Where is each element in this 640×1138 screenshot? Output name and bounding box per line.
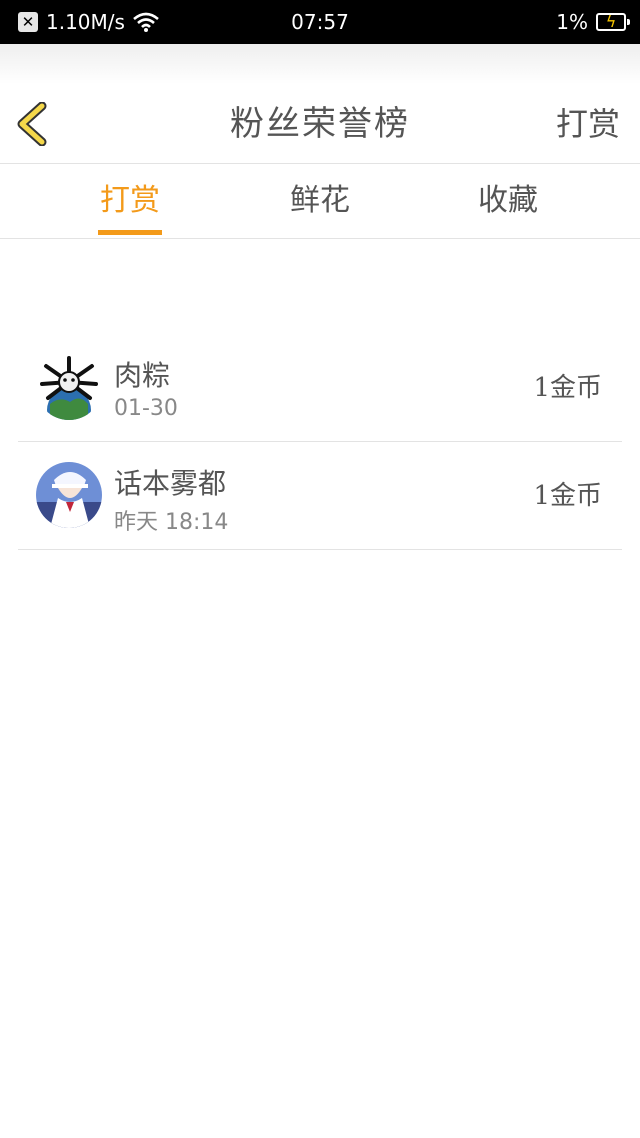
avatar-image bbox=[36, 462, 102, 528]
list-item[interactable]: 话本雾都 昨天 18:14 1金币 bbox=[18, 442, 622, 550]
tab-flowers-label: 鲜花 bbox=[290, 183, 350, 218]
list-item[interactable]: 肉粽 01-30 1金币 bbox=[18, 334, 622, 442]
avatar bbox=[36, 354, 102, 420]
reward-amount: 1金币 bbox=[533, 373, 602, 403]
battery-icon: ϟ bbox=[596, 13, 630, 31]
avatar bbox=[36, 462, 102, 528]
battery-percent: 1% bbox=[556, 10, 588, 34]
fan-date-value: 18:14 bbox=[165, 510, 229, 535]
fan-name: 肉粽 bbox=[114, 359, 171, 392]
fan-date-prefix: 昨天 bbox=[114, 510, 159, 535]
header-shadow-band bbox=[0, 44, 640, 84]
status-right: 1% ϟ bbox=[556, 0, 630, 44]
tab-reward[interactable]: 打赏 bbox=[98, 165, 162, 239]
fan-name: 话本雾都 bbox=[114, 467, 227, 500]
reward-amount: 1金币 bbox=[533, 481, 602, 511]
page-title: 粉丝荣誉榜 bbox=[230, 104, 410, 144]
fan-date: 01-30 bbox=[114, 396, 178, 421]
tab-reward-label: 打赏 bbox=[100, 183, 160, 218]
tab-favorites[interactable]: 收藏 bbox=[476, 165, 540, 239]
fan-list: 肉粽 01-30 1金币 话本雾都 昨天 18:14 1金币 bbox=[18, 334, 622, 550]
tab-flowers[interactable]: 鲜花 bbox=[288, 165, 352, 239]
active-tab-indicator bbox=[98, 230, 162, 235]
fan-date: 昨天 18:14 bbox=[114, 504, 228, 536]
top-nav-bar: 粉丝荣誉榜 打赏 bbox=[0, 84, 640, 164]
reward-button[interactable]: 打赏 bbox=[556, 84, 620, 164]
tab-favorites-label: 收藏 bbox=[478, 183, 538, 218]
tab-bar: 打赏 鲜花 收藏 bbox=[0, 165, 640, 239]
status-bar: ✕ 1.10M/s 07:57 1% ϟ bbox=[0, 0, 640, 44]
avatar-image bbox=[36, 354, 102, 420]
clock: 07:57 bbox=[291, 10, 349, 34]
fan-date-value: 01-30 bbox=[114, 396, 178, 421]
